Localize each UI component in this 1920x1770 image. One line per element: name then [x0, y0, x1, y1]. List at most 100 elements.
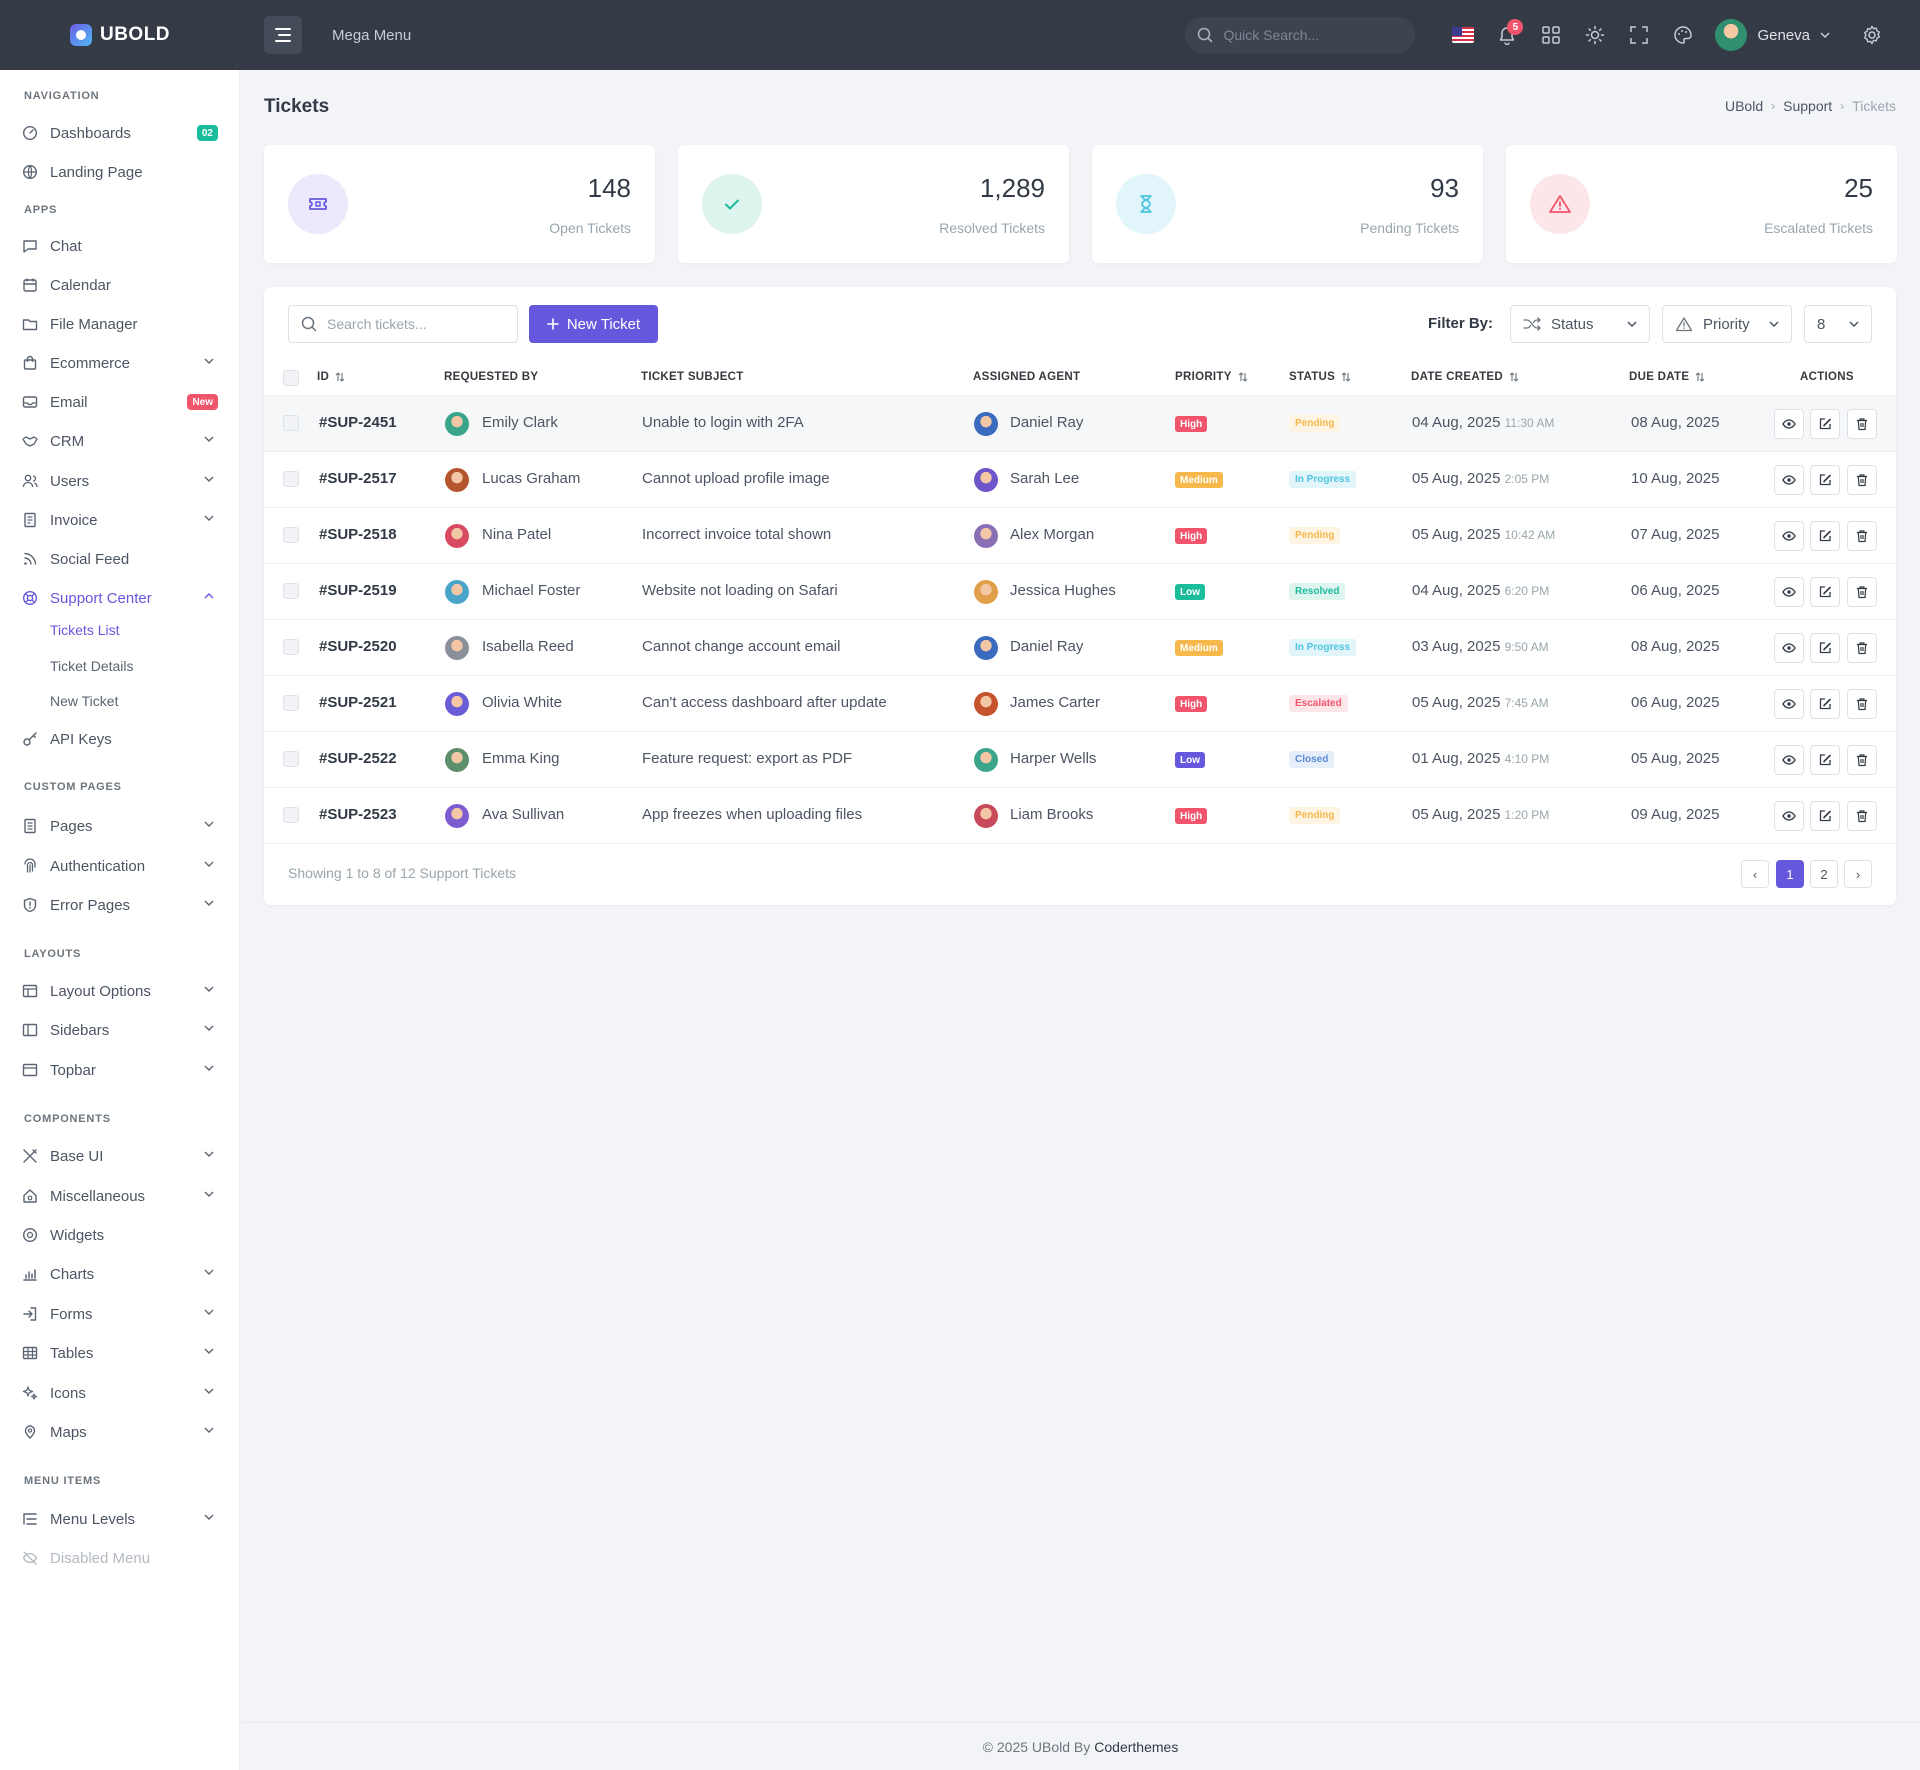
sidebar-item-widgets[interactable]: Widgets	[0, 1217, 240, 1253]
menu-toggle-button[interactable]	[264, 16, 302, 54]
row-checkbox[interactable]	[283, 583, 299, 599]
sidebar-item-social-feed[interactable]: Social Feed	[0, 541, 240, 577]
delete-button[interactable]	[1847, 465, 1877, 495]
ticket-subject[interactable]: Website not loading on Safari	[642, 582, 838, 599]
sidebar-item-pages[interactable]: Pages	[0, 808, 240, 844]
apps-button[interactable]	[1529, 13, 1573, 57]
edit-button[interactable]	[1810, 633, 1840, 663]
palette-button[interactable]	[1661, 13, 1705, 57]
view-button[interactable]	[1774, 689, 1804, 719]
sidebar-item-icons[interactable]: Icons	[0, 1375, 240, 1411]
sidebar-item-landing-page[interactable]: Landing Page	[0, 154, 240, 190]
sidebar-item-dashboards[interactable]: Dashboards 02	[0, 115, 240, 151]
sidebar-item-layout-options[interactable]: Layout Options	[0, 973, 240, 1009]
brand-logo[interactable]: UBOLD	[0, 24, 240, 46]
sidebar-item-users[interactable]: Users	[0, 463, 240, 499]
priority-filter-select[interactable]: Priority	[1662, 305, 1792, 343]
delete-button[interactable]	[1847, 633, 1877, 663]
ticket-id[interactable]: #SUP-2523	[319, 806, 397, 823]
sidebar-subitem-ticket-details[interactable]: Ticket Details	[50, 658, 134, 674]
pagination-next-button[interactable]: ›	[1844, 860, 1872, 888]
fullscreen-button[interactable]	[1617, 13, 1661, 57]
ticket-search-input[interactable]	[327, 316, 507, 332]
sidebar-item-base-ui[interactable]: Base UI	[0, 1138, 240, 1174]
edit-button[interactable]	[1810, 409, 1840, 439]
table-row[interactable]: #SUP-2517 Lucas Graham Cannot upload pro…	[264, 452, 1896, 508]
sidebar-item-topbar[interactable]: Topbar	[0, 1052, 240, 1088]
ticket-subject[interactable]: Feature request: export as PDF	[642, 750, 852, 767]
sidebar-item-authentication[interactable]: Authentication	[0, 848, 240, 884]
user-menu[interactable]: Geneva	[1715, 19, 1830, 51]
sidebar-item-forms[interactable]: Forms	[0, 1296, 240, 1332]
edit-button[interactable]	[1810, 689, 1840, 719]
view-button[interactable]	[1774, 745, 1804, 775]
ticket-subject[interactable]: App freezes when uploading files	[642, 806, 862, 823]
edit-button[interactable]	[1810, 465, 1840, 495]
table-row[interactable]: #SUP-2521 Olivia White Can't access dash…	[264, 676, 1896, 732]
new-ticket-button[interactable]: New Ticket	[529, 305, 658, 343]
sidebar-item-file-manager[interactable]: File Manager	[0, 306, 240, 342]
status-filter-select[interactable]: Status	[1510, 305, 1650, 343]
view-button[interactable]	[1774, 633, 1804, 663]
ticket-subject[interactable]: Can't access dashboard after update	[642, 694, 887, 711]
sidebar-item-calendar[interactable]: Calendar	[0, 267, 240, 303]
pagination-page-2[interactable]: 2	[1810, 860, 1838, 888]
language-button[interactable]	[1441, 13, 1485, 57]
sidebar-item-maps[interactable]: Maps	[0, 1414, 240, 1450]
sidebar-item-api-keys[interactable]: API Keys	[0, 721, 240, 757]
quick-search[interactable]	[1185, 17, 1416, 53]
view-button[interactable]	[1774, 577, 1804, 607]
table-row[interactable]: #SUP-2518 Nina Patel Incorrect invoice t…	[264, 508, 1896, 564]
notifications-button[interactable]: 5	[1485, 13, 1529, 57]
sidebar-subitem-tickets-list[interactable]: Tickets List	[50, 622, 120, 638]
column-priority[interactable]: PRIORITY	[1175, 371, 1248, 383]
ticket-id[interactable]: #SUP-2522	[319, 750, 397, 767]
sidebar-item-email[interactable]: Email New	[0, 384, 240, 420]
table-row[interactable]: #SUP-2451 Emily Clark Unable to login wi…	[264, 396, 1896, 452]
sidebar-item-chat[interactable]: Chat	[0, 228, 240, 264]
ticket-id[interactable]: #SUP-2520	[319, 638, 397, 655]
sidebar-item-sidebars[interactable]: Sidebars	[0, 1012, 240, 1048]
edit-button[interactable]	[1810, 577, 1840, 607]
ticket-subject[interactable]: Unable to login with 2FA	[642, 414, 804, 431]
row-checkbox[interactable]	[283, 527, 299, 543]
ticket-subject[interactable]: Cannot upload profile image	[642, 470, 830, 487]
edit-button[interactable]	[1810, 801, 1840, 831]
footer-brand-link[interactable]: Coderthemes	[1094, 1739, 1178, 1755]
sidebar-item-invoice[interactable]: Invoice	[0, 502, 240, 538]
sidebar-item-charts[interactable]: Charts	[0, 1256, 240, 1292]
edit-button[interactable]	[1810, 521, 1840, 551]
page-size-select[interactable]: 8	[1804, 305, 1872, 343]
row-checkbox[interactable]	[283, 415, 299, 431]
view-button[interactable]	[1774, 409, 1804, 439]
ticket-id[interactable]: #SUP-2451	[319, 414, 397, 431]
table-row[interactable]: #SUP-2522 Emma King Feature request: exp…	[264, 732, 1896, 788]
ticket-subject[interactable]: Cannot change account email	[642, 638, 840, 655]
quick-search-input[interactable]	[1223, 27, 1384, 43]
table-row[interactable]: #SUP-2523 Ava Sullivan App freezes when …	[264, 788, 1896, 844]
pagination-page-1[interactable]: 1	[1776, 860, 1804, 888]
breadcrumb-item[interactable]: UBold	[1725, 98, 1763, 114]
ticket-subject[interactable]: Incorrect invoice total shown	[642, 526, 831, 543]
select-all-checkbox[interactable]	[283, 370, 299, 386]
table-row[interactable]: #SUP-2519 Michael Foster Website not loa…	[264, 564, 1896, 620]
sidebar-item-miscellaneous[interactable]: Miscellaneous	[0, 1178, 240, 1214]
view-button[interactable]	[1774, 465, 1804, 495]
view-button[interactable]	[1774, 521, 1804, 551]
settings-button[interactable]	[1850, 13, 1894, 57]
ticket-id[interactable]: #SUP-2519	[319, 582, 397, 599]
row-checkbox[interactable]	[283, 471, 299, 487]
column-due-date[interactable]: DUE DATE	[1629, 371, 1705, 383]
sidebar-item-crm[interactable]: CRM	[0, 423, 240, 459]
row-checkbox[interactable]	[283, 807, 299, 823]
breadcrumb-item[interactable]: Support	[1783, 98, 1832, 114]
delete-button[interactable]	[1847, 689, 1877, 719]
ticket-search[interactable]	[288, 305, 518, 343]
view-button[interactable]	[1774, 801, 1804, 831]
column-date-created[interactable]: DATE CREATED	[1411, 371, 1519, 383]
row-checkbox[interactable]	[283, 751, 299, 767]
table-row[interactable]: #SUP-2520 Isabella Reed Cannot change ac…	[264, 620, 1896, 676]
row-checkbox[interactable]	[283, 695, 299, 711]
row-checkbox[interactable]	[283, 639, 299, 655]
delete-button[interactable]	[1847, 577, 1877, 607]
